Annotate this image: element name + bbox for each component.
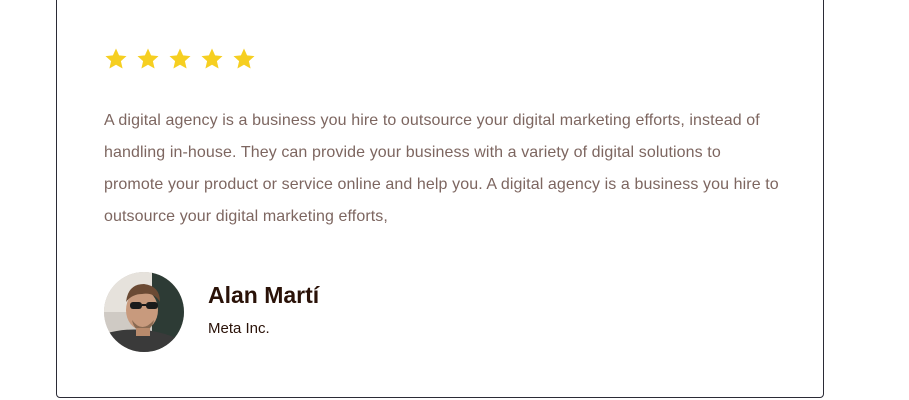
author-company: Meta Inc. [208,320,270,337]
testimonial-text: A digital agency is a business you hire … [104,112,779,225]
star-icon [168,47,192,71]
star-icon [200,47,224,71]
star-rating [104,47,256,71]
testimonial-card: A digital agency is a business you hire … [56,0,824,398]
avatar [104,272,184,352]
testimonial-author: Alan Martí Meta Inc. [104,272,319,352]
author-name: Alan Martí [208,282,320,308]
star-icon [136,47,160,71]
author-info: Alan Martí Meta Inc. [208,282,319,339]
star-icon [232,47,256,71]
star-icon [104,47,128,71]
